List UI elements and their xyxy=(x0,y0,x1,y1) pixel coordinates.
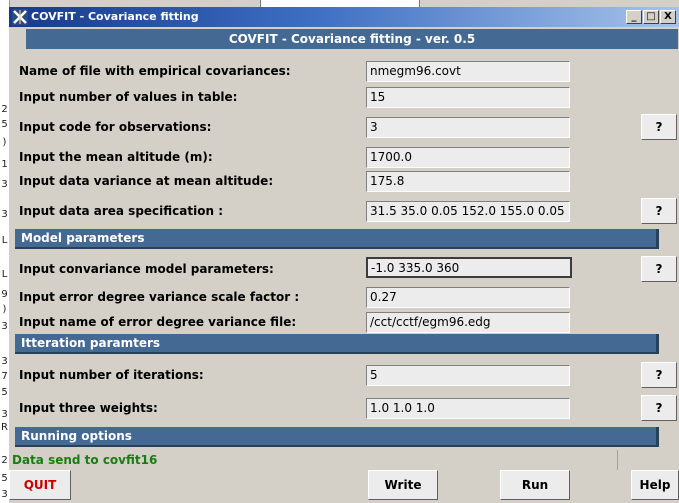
obs-code-help-button[interactable]: ? xyxy=(641,114,677,140)
background-text: L xyxy=(1,235,8,246)
status-message: Data send to covfit16 xyxy=(12,453,158,467)
background-text: 9 xyxy=(1,289,8,300)
title-bar[interactable]: COVFIT - Covariance fitting _ □ X xyxy=(9,7,679,27)
scale-factor-input[interactable]: 0.27 xyxy=(366,287,570,308)
model-parameters-section: Model parameters xyxy=(15,229,659,249)
background-text: 2 xyxy=(1,104,8,115)
weights-label: Input three weights: xyxy=(19,401,158,415)
obs-code-label: Input code for observations: xyxy=(19,120,212,134)
background-text: 1 xyxy=(1,159,8,170)
running-options-section: Running options xyxy=(15,427,659,447)
num-values-label: Input number of values in table: xyxy=(19,90,238,104)
empirical-file-label: Name of file with empirical covariances: xyxy=(19,64,291,78)
background-text: 5 xyxy=(1,387,8,398)
background-text: 3 xyxy=(1,356,8,367)
status-side-panel xyxy=(617,450,679,470)
mean-altitude-input[interactable]: 1700.0 xyxy=(366,147,570,168)
num-values-input[interactable]: 15 xyxy=(366,87,570,108)
edv-file-label: Input name of error degree variance file… xyxy=(19,315,297,329)
background-text: L xyxy=(1,269,8,280)
background-text: 3 xyxy=(1,489,8,500)
edv-file-input[interactable]: /cct/cctf/egm96.edg xyxy=(366,312,570,333)
background-text: R xyxy=(1,422,8,433)
model-params-help-button[interactable]: ? xyxy=(641,256,677,282)
area-spec-help-button[interactable]: ? xyxy=(641,198,677,224)
model-params-label: Input convariance model parameters: xyxy=(19,262,274,276)
window-title: COVFIT - Covariance fitting xyxy=(31,10,199,23)
quit-button[interactable]: QUIT xyxy=(9,470,71,500)
background-text: 5 xyxy=(1,473,8,484)
background-text: ) xyxy=(2,304,7,315)
iteration-parameters-section: Itteration paramters xyxy=(15,334,659,354)
weights-help-button[interactable]: ? xyxy=(641,395,677,421)
background-text: 3 xyxy=(1,321,8,332)
minimize-button[interactable]: _ xyxy=(626,10,642,24)
empirical-file-input[interactable]: nmegm96.covt xyxy=(366,61,570,82)
close-button[interactable]: X xyxy=(660,10,676,24)
area-spec-input[interactable]: 31.5 35.0 0.05 152.0 155.0 0.05 xyxy=(366,201,570,222)
obs-code-input[interactable]: 3 xyxy=(366,117,570,138)
background-text: 2 xyxy=(1,455,8,466)
app-banner: COVFIT - Covariance fitting - ver. 0.5 xyxy=(26,29,678,49)
background-text: 3 xyxy=(1,179,8,190)
iterations-help-button[interactable]: ? xyxy=(641,362,677,388)
covfit-window: COVFIT - Covariance fitting _ □ X COVFIT… xyxy=(9,7,679,503)
background-text: 7 xyxy=(1,371,8,382)
maximize-button[interactable]: □ xyxy=(643,10,659,24)
data-variance-input[interactable]: 175.8 xyxy=(366,171,570,192)
write-button[interactable]: Write xyxy=(368,470,438,500)
background-text: 3 xyxy=(1,209,8,220)
background-text: 5 xyxy=(1,119,8,130)
weights-input[interactable]: 1.0 1.0 1.0 xyxy=(366,398,570,419)
background-text: ) xyxy=(2,137,7,148)
run-button[interactable]: Run xyxy=(500,470,570,500)
data-variance-label: Input data variance at mean altitude: xyxy=(19,174,274,188)
app-icon xyxy=(12,9,28,25)
model-params-input[interactable]: -1.0 335.0 360 xyxy=(366,257,572,278)
mean-altitude-label: Input the mean altitude (m): xyxy=(19,150,213,164)
iterations-input[interactable]: 5 xyxy=(366,365,570,386)
help-button[interactable]: Help xyxy=(631,470,679,500)
iterations-label: Input number of iterations: xyxy=(19,368,204,382)
scale-factor-label: Input error degree variance scale factor… xyxy=(19,290,300,304)
background-text: 3 xyxy=(1,409,8,420)
area-spec-label: Input data area specification : xyxy=(19,204,223,218)
